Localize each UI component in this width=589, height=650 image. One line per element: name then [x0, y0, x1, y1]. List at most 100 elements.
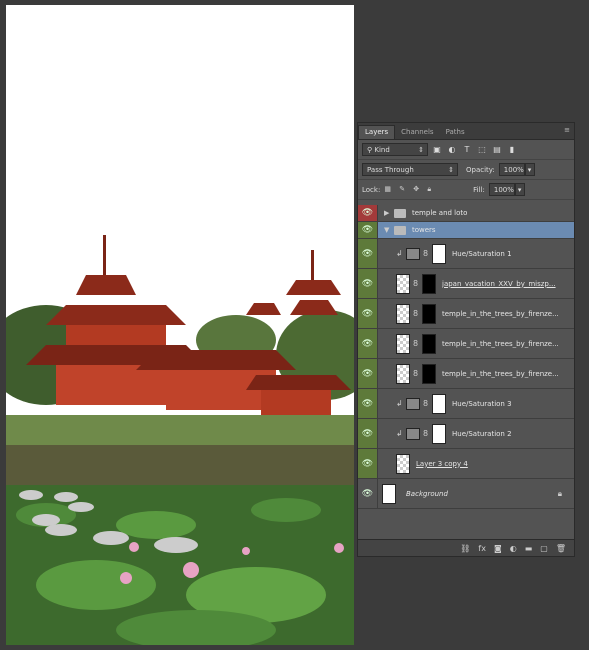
filter-smart-object-icon[interactable]: ▤ [491, 144, 503, 156]
layer-mask-thumbnail[interactable] [432, 393, 446, 414]
folder-icon [394, 208, 406, 218]
chevron-down-icon: ⇕ [448, 166, 454, 174]
eye-icon[interactable]: 👁︎ [358, 205, 378, 221]
panel-tabs: Layers Channels Paths ≡ [358, 123, 574, 140]
lock-icon: 🔒︎ [557, 488, 562, 498]
fill-label: Fill: [473, 185, 485, 194]
link-icon[interactable]: 8 [413, 309, 419, 318]
document-canvas[interactable] [6, 5, 354, 645]
lock-transparent-icon[interactable]: ▦ [384, 185, 391, 193]
lock-pixels-icon[interactable]: ✎ [399, 185, 405, 193]
layer-temple-in-the-trees-1[interactable]: 👁︎ 8 temple_in_the_trees_by_firenze... [358, 299, 574, 329]
eye-icon[interactable]: 👁︎ [358, 269, 378, 298]
chevron-down-icon: ⇕ [418, 146, 424, 154]
panel-menu-icon[interactable]: ≡ [564, 126, 570, 134]
kind-filter-select[interactable]: ⚲ Kind ⇕ [362, 143, 428, 156]
layer-hue-saturation-3[interactable]: 👁︎ ↲ 8 Hue/Saturation 3 [358, 389, 574, 419]
clipping-arrow-icon: ↲ [396, 249, 403, 258]
layer-japan-vacation[interactable]: 👁︎ 8 japan_vacation_XXV_by_miszp... [358, 269, 574, 299]
expand-triangle-icon[interactable]: ▶ [384, 209, 390, 217]
fill-input[interactable]: 100% [488, 183, 515, 196]
eye-icon[interactable]: 👁︎ [358, 299, 378, 328]
layer-background[interactable]: 👁︎ Background 🔒︎ [358, 479, 574, 509]
layer-name: Layer 3 copy 4 [416, 459, 468, 468]
eye-icon[interactable]: 👁︎ [358, 419, 378, 448]
trash-icon[interactable]: 🗑︎ [556, 544, 566, 553]
layer-name: japan_vacation_XXV_by_miszp... [442, 279, 556, 288]
link-layers-icon[interactable]: ⛓ [460, 544, 470, 553]
filter-shape-icon[interactable]: ⬚ [476, 144, 488, 156]
link-icon[interactable]: 8 [423, 429, 429, 438]
eye-icon[interactable]: 👁︎ [358, 389, 378, 418]
layer-thumbnail [396, 453, 410, 474]
opacity-label: Opacity: [466, 165, 495, 174]
layer-mask-thumbnail[interactable] [422, 363, 436, 384]
layer-name: temple_in_the_trees_by_firenze... [442, 369, 559, 378]
layer-name: Background [406, 489, 448, 498]
layer-mask-thumbnail[interactable] [422, 303, 436, 324]
layer-hue-saturation-1[interactable]: 👁︎ ↲ 8 Hue/Saturation 1 [358, 239, 574, 269]
tab-layers[interactable]: Layers [358, 125, 396, 139]
layer-thumbnail [396, 333, 410, 354]
blend-mode-select[interactable]: Pass Through ⇕ [362, 163, 458, 176]
filter-toggle-icon[interactable]: ▮ [506, 144, 518, 156]
layer-mask-thumbnail[interactable] [432, 243, 446, 264]
layer-mask-thumbnail[interactable] [422, 273, 436, 294]
new-layer-icon[interactable]: ▢ [540, 544, 548, 553]
link-icon[interactable]: 8 [413, 279, 419, 288]
new-group-icon[interactable]: ▬ [525, 544, 533, 553]
adjustment-icon[interactable]: ◐ [510, 544, 517, 553]
link-icon[interactable]: 8 [423, 399, 429, 408]
eye-icon[interactable]: 👁︎ [358, 329, 378, 358]
panel-footer: ⛓ fx ◙ ◐ ▬ ▢ 🗑︎ [358, 539, 574, 556]
link-icon[interactable]: 8 [413, 369, 419, 378]
canvas-image [6, 235, 354, 645]
layer-temple-in-the-trees-3[interactable]: 👁︎ 8 temple_in_the_trees_by_firenze... [358, 359, 574, 389]
fx-icon[interactable]: fx [478, 544, 486, 553]
layer-towers[interactable]: 👁︎ ▼ towers [358, 222, 574, 239]
eye-icon[interactable]: 👁︎ [358, 449, 378, 478]
filter-row: ⚲ Kind ⇕ ▣ ◐ T ⬚ ▤ ▮ [358, 140, 574, 160]
lock-row: Lock: ▦ ✎ ✥ 🔒︎ Fill: 100% ▾ [358, 180, 574, 200]
eye-icon[interactable]: 👁︎ [358, 222, 378, 238]
lock-icons: ▦ ✎ ✥ 🔒︎ [384, 185, 437, 194]
layer-name: Hue/Saturation 3 [452, 399, 512, 408]
layer-name: Hue/Saturation 1 [452, 249, 512, 258]
layer-mask-thumbnail[interactable] [422, 333, 436, 354]
lock-position-icon[interactable]: ✥ [413, 185, 419, 193]
layer-temple-and-loto[interactable]: 👁︎ ▶ temple and loto [358, 205, 574, 222]
fill-dropdown-icon[interactable]: ▾ [514, 183, 525, 196]
link-icon[interactable]: 8 [413, 339, 419, 348]
layer-3-copy-4[interactable]: 👁︎ Layer 3 copy 4 [358, 449, 574, 479]
lock-all-icon[interactable]: 🔒︎ [427, 185, 431, 193]
opacity-dropdown-icon[interactable]: ▾ [524, 163, 535, 176]
collapse-triangle-icon[interactable]: ▼ [384, 226, 390, 234]
layer-thumbnail [396, 273, 410, 294]
opacity-input[interactable]: 100% [498, 163, 525, 176]
layer-thumbnail [396, 303, 410, 324]
adjustment-layer-icon [406, 427, 420, 440]
layer-temple-in-the-trees-2[interactable]: 👁︎ 8 temple_in_the_trees_by_firenze... [358, 329, 574, 359]
clipping-arrow-icon: ↲ [396, 429, 403, 438]
layer-name: Hue/Saturation 2 [452, 429, 512, 438]
clipping-arrow-icon: ↲ [396, 399, 403, 408]
tab-paths[interactable]: Paths [440, 126, 471, 139]
adjustment-layer-icon [406, 247, 420, 260]
link-icon[interactable]: 8 [423, 249, 429, 258]
tab-channels[interactable]: Channels [395, 126, 439, 139]
layer-mask-thumbnail[interactable] [432, 423, 446, 444]
filter-type-icon[interactable]: T [461, 144, 473, 156]
eye-icon[interactable]: 👁︎ [358, 239, 378, 268]
layer-hue-saturation-2[interactable]: 👁︎ ↲ 8 Hue/Saturation 2 [358, 419, 574, 449]
add-mask-icon[interactable]: ◙ [494, 544, 502, 553]
blend-row: Pass Through ⇕ Opacity: 100% ▾ [358, 160, 574, 180]
layers-list: 👁︎ ▶ temple and loto 👁︎ ▼ towers 👁︎ ↲ 8 … [358, 205, 574, 540]
lock-label: Lock: [362, 185, 381, 194]
filter-adjustment-icon[interactable]: ◐ [446, 144, 458, 156]
kind-label: Kind [374, 146, 390, 154]
eye-icon[interactable]: 👁︎ [358, 359, 378, 388]
adjustment-layer-icon [406, 397, 420, 410]
eye-icon[interactable]: 👁︎ [358, 479, 378, 508]
layer-name: temple_in_the_trees_by_firenze... [442, 339, 559, 348]
filter-pixel-icon[interactable]: ▣ [431, 144, 443, 156]
